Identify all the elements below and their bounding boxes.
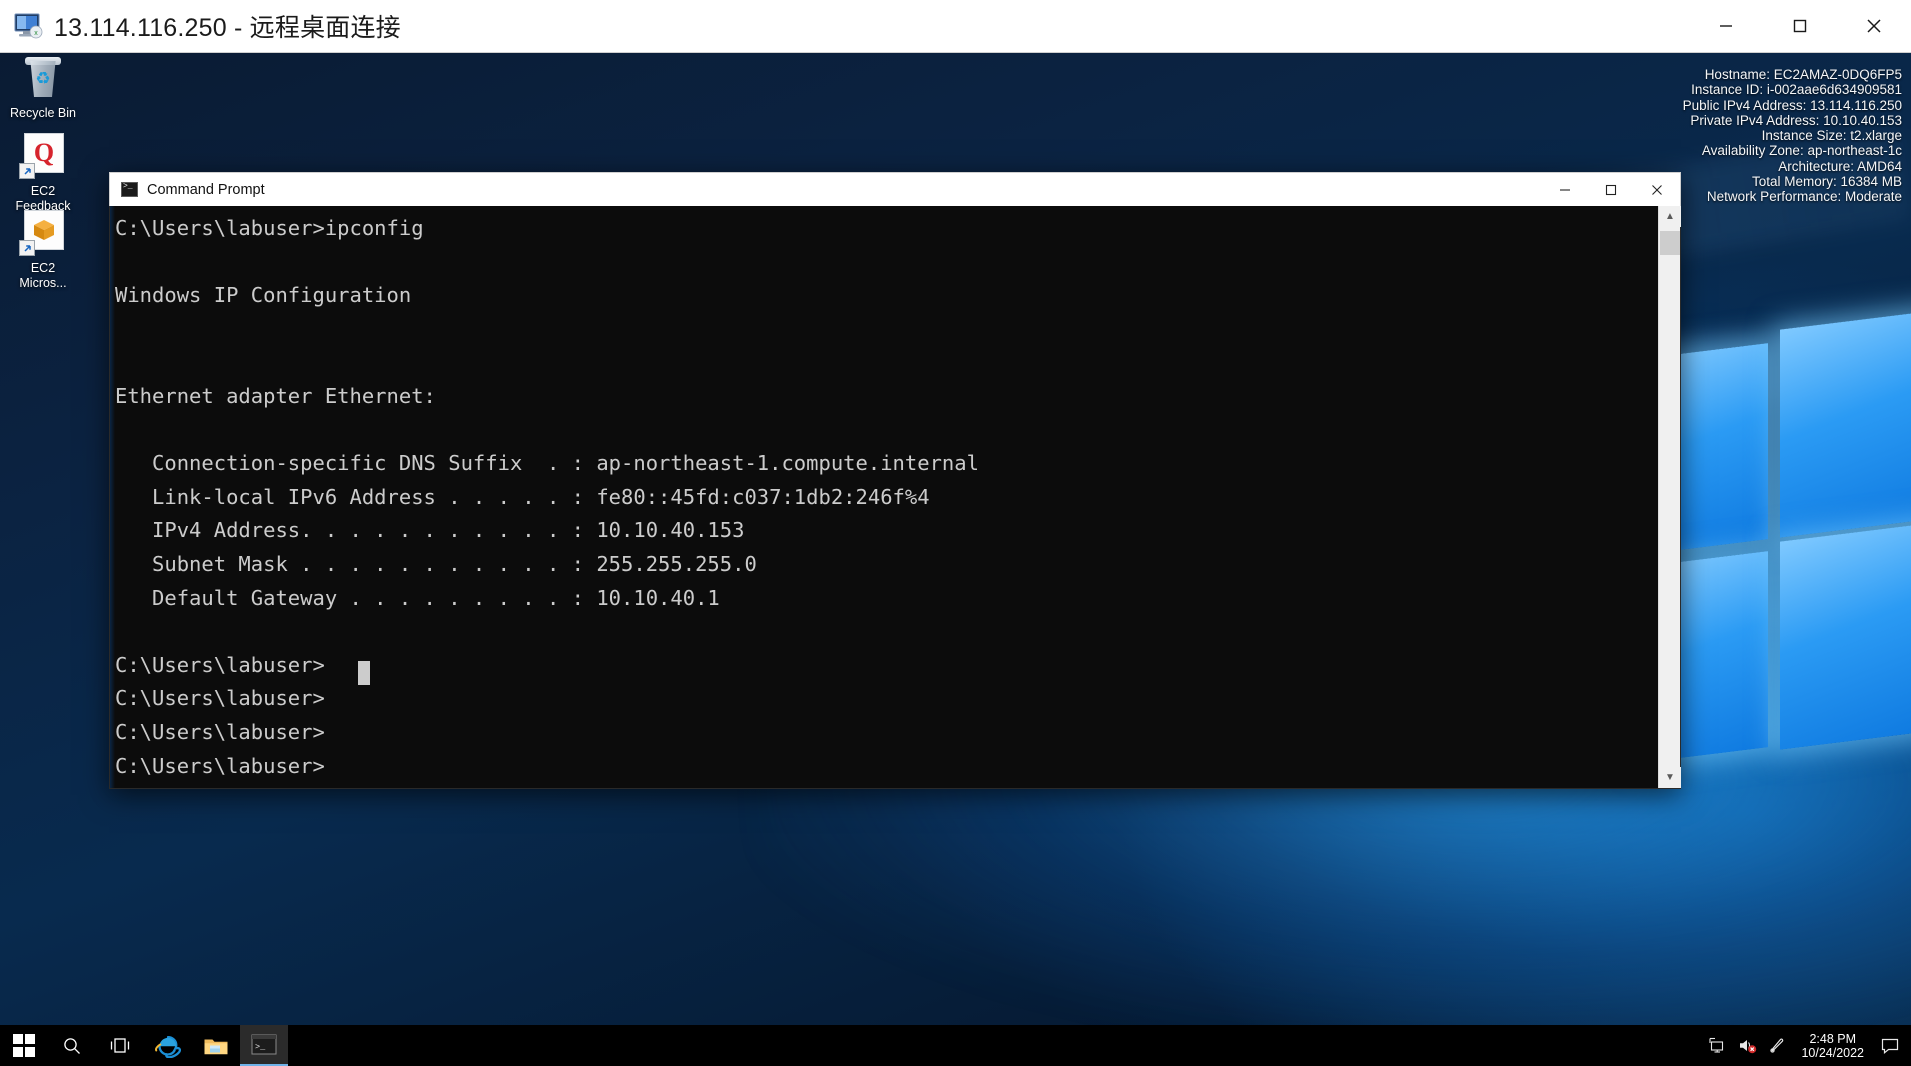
svg-text:x: x: [34, 30, 38, 37]
task-view-button[interactable]: [96, 1025, 144, 1066]
search-icon: [64, 1037, 80, 1054]
cmd-minimize-button[interactable]: [1542, 173, 1588, 207]
command-prompt-window[interactable]: Command Prompt C:\Users\labuser>ipc: [109, 172, 1681, 789]
command-prompt-icon: >_: [251, 1034, 277, 1055]
console-scrollbar[interactable]: ▲ ▼: [1658, 206, 1681, 788]
pen-icon: [1770, 1038, 1784, 1053]
start-button[interactable]: [0, 1025, 48, 1066]
console-text: C:\Users\labuser>ipconfig Windows IP Con…: [115, 216, 979, 778]
desktop-icon-label: Recycle Bin: [10, 106, 76, 120]
windows-logo-icon: [12, 1034, 36, 1057]
file-explorer-button[interactable]: [192, 1025, 240, 1066]
pen-tray-icon[interactable]: [1762, 1025, 1792, 1066]
desktop-icon-recycle-bin[interactable]: ♻ Recycle Bin: [0, 53, 86, 121]
taskbar[interactable]: >_ 2:48 PM 10/24/2022: [0, 1025, 1911, 1066]
command-prompt-title: Command Prompt: [147, 181, 265, 198]
shortcut-arrow-icon: [19, 240, 35, 256]
search-button[interactable]: [48, 1025, 96, 1066]
ec2-info-architecture: Architecture: AMD64: [1778, 158, 1902, 174]
internet-explorer-button[interactable]: [144, 1025, 192, 1066]
recycle-bin-icon: ♻: [19, 53, 67, 101]
desktop[interactable]: ♻ Recycle Bin Q EC2 Feedback EC2 Micros.…: [0, 53, 1911, 1025]
remote-desktop-session: x 13.114.116.250 - 远程桌面连接 ♻ Recycle Bin …: [0, 0, 1911, 1066]
command-prompt-body[interactable]: C:\Users\labuser>ipconfig Windows IP Con…: [109, 206, 1681, 789]
network-tray-icon[interactable]: [1702, 1025, 1732, 1066]
folder-icon: [204, 1039, 228, 1054]
command-prompt-taskbar-button[interactable]: >_: [240, 1025, 288, 1066]
rdp-title: 13.114.116.250 - 远程桌面连接: [54, 14, 401, 42]
ec2-instance-info-overlay: Hostname: EC2AMAZ-0DQ6FP5 Instance ID: i…: [1683, 67, 1902, 205]
speaker-muted-icon: [1740, 1040, 1757, 1054]
command-prompt-icon: [121, 182, 138, 197]
desktop-icon-label-line1: EC2: [30, 261, 56, 275]
ec2-info-network-performance: Network Performance: Moderate: [1706, 189, 1902, 205]
rdp-window-controls: [1689, 0, 1911, 53]
rdp-maximize-button[interactable]: [1763, 0, 1837, 53]
taskbar-clock[interactable]: 2:48 PM 10/24/2022: [1792, 1025, 1875, 1066]
desktop-icon-label-line1: EC2: [30, 184, 56, 198]
ec2-info-private-ipv4: Private IPv4 Address: 10.10.40.153: [1690, 112, 1902, 128]
notification-icon: [1881, 1038, 1899, 1054]
command-prompt-titlebar[interactable]: Command Prompt: [109, 172, 1681, 206]
system-tray[interactable]: 2:48 PM 10/24/2022: [1702, 1025, 1911, 1066]
ec2-info-hostname: Hostname: EC2AMAZ-0DQ6FP5: [1704, 67, 1902, 82]
scrollbar-up-arrow[interactable]: ▲: [1659, 206, 1681, 227]
internet-explorer-icon: [155, 1035, 181, 1058]
rdp-close-button[interactable]: [1837, 0, 1911, 53]
clock-time: 2:48 PM: [1809, 1031, 1856, 1046]
cmd-close-button[interactable]: [1634, 173, 1680, 207]
rdp-titlebar: x 13.114.116.250 - 远程桌面连接: [0, 0, 1911, 53]
ec2-feedback-icon: Q: [19, 131, 67, 179]
desktop-icon-ec2-feedback[interactable]: Q EC2 Feedback: [0, 131, 86, 213]
command-prompt-window-controls: [1542, 173, 1680, 207]
remote-desktop-icon: x: [14, 13, 44, 39]
ec2-info-public-ipv4: Public IPv4 Address: 13.114.116.250: [1682, 97, 1902, 113]
svg-text:>_: >_: [255, 1042, 266, 1052]
scrollbar-down-arrow[interactable]: ▼: [1659, 767, 1681, 788]
task-view-icon: [110, 1037, 130, 1053]
volume-tray-icon[interactable]: [1732, 1025, 1762, 1066]
ec2-info-availability-zone: Availability Zone: ap-northeast-1c: [1701, 143, 1902, 159]
clock-date: 10/24/2022: [1801, 1045, 1864, 1060]
ec2-info-instance-size: Instance Size: t2.xlarge: [1761, 128, 1902, 144]
shortcut-arrow-icon: [19, 163, 35, 179]
console-cursor: [358, 661, 370, 685]
ec2-info-total-memory: Total Memory: 16384 MB: [1751, 174, 1902, 190]
notification-center-button[interactable]: [1875, 1025, 1905, 1066]
ec2-microservices-icon: [19, 208, 67, 256]
desktop-icon-label-line2: Micros...: [19, 275, 67, 290]
scrollbar-thumb[interactable]: [1660, 231, 1680, 255]
desktop-icon-ec2-microservices[interactable]: EC2 Micros...: [0, 208, 86, 290]
monitor-network-icon: [1709, 1037, 1723, 1053]
rdp-minimize-button[interactable]: [1689, 0, 1763, 53]
ec2-info-instance-id: Instance ID: i-002aae6d634909581: [1691, 82, 1902, 98]
console-output-area[interactable]: C:\Users\labuser>ipconfig Windows IP Con…: [115, 206, 1658, 788]
cmd-maximize-button[interactable]: [1588, 173, 1634, 207]
